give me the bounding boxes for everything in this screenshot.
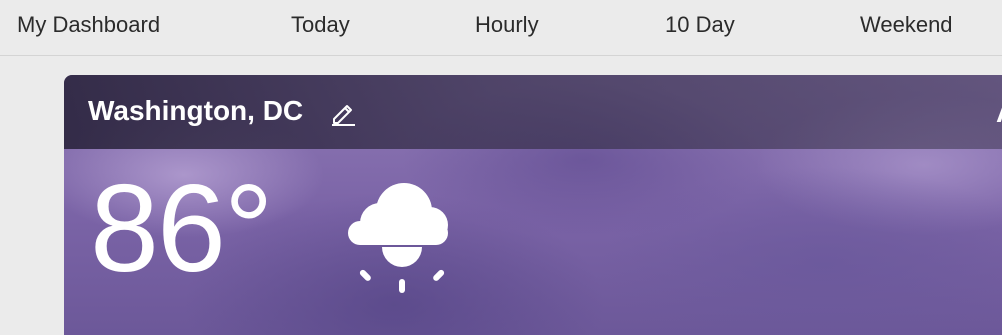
pencil-edit-icon[interactable] (328, 97, 358, 127)
nav-item-my-dashboard[interactable]: My Dashboard (17, 12, 160, 38)
nav-item-weekend[interactable]: Weekend (860, 12, 953, 38)
location-title: Washington, DC (88, 95, 304, 126)
nav-item-hourly[interactable]: Hourly (475, 12, 539, 38)
current-temperature: 86° (90, 160, 274, 298)
nav-item-today[interactable]: Today (291, 12, 350, 38)
top-navigation: My Dashboard Today Hourly 10 Day Weekend (0, 0, 1002, 56)
nav-item-10-day[interactable]: 10 Day (665, 12, 735, 38)
cloud-sun-icon (342, 175, 462, 305)
overflow-letter: A (996, 97, 1002, 129)
current-conditions-card: Washington, DC A 86° (64, 75, 1002, 335)
card-header: Washington, DC A (64, 75, 1002, 149)
